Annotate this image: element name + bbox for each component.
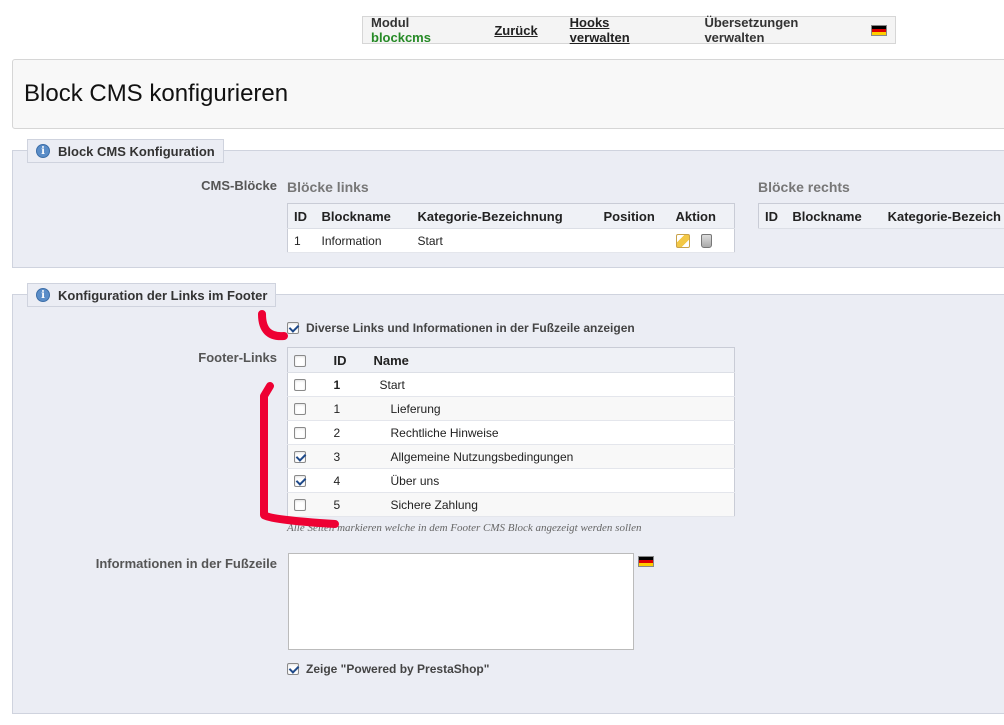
cell-select xyxy=(287,372,328,397)
german-flag-icon[interactable] xyxy=(638,556,654,567)
section-legend: i Konfiguration der Links im Footer xyxy=(27,283,277,307)
footer-info-label: Informationen in der Fußzeile xyxy=(95,556,277,571)
cell-id: 5 xyxy=(327,492,368,517)
row-checkbox[interactable] xyxy=(294,499,306,512)
cell-select xyxy=(287,468,328,493)
table-header-row: ID Blockname Kategorie-Bezeichnung Posit… xyxy=(287,203,735,229)
col-blockname: Blockname xyxy=(315,203,412,229)
right-blocks-table: ID Blockname Kategorie-Bezeich xyxy=(758,203,1004,229)
table-row: 2 Rechtliche Hinweise xyxy=(287,420,735,445)
cell-id: 2 xyxy=(327,420,368,445)
show-links-label: Diverse Links und Informationen in der F… xyxy=(306,321,635,335)
show-links-option[interactable]: Diverse Links und Informationen in der F… xyxy=(287,321,635,335)
cms-config-section: i Block CMS Konfiguration CMS-Blöcke Blö… xyxy=(12,139,1004,268)
col-category: Kategorie-Bezeichnung xyxy=(411,203,598,229)
cell-select xyxy=(287,444,328,469)
table-row: 3 Allgemeine Nutzungsbedingungen xyxy=(287,444,735,469)
col-blockname: Blockname xyxy=(786,203,882,229)
cell-id: 1 xyxy=(287,228,316,253)
table-row: 1 Information Start xyxy=(287,228,735,253)
cell-select xyxy=(287,420,328,445)
show-links-checkbox[interactable] xyxy=(287,322,299,334)
section-legend-text: Block CMS Konfiguration xyxy=(58,143,215,159)
cell-name: Sichere Zahlung xyxy=(367,492,735,517)
table-row: 1 Start xyxy=(287,372,735,397)
powered-by-option[interactable]: Zeige "Powered by PrestaShop" xyxy=(287,662,489,676)
right-blocks-heading: Blöcke rechts xyxy=(758,179,850,195)
col-name: Name xyxy=(367,347,735,373)
cell-select xyxy=(287,396,328,421)
module-toolbar: Modul blockcms Zurück Hooks verwalten Üb… xyxy=(362,15,896,45)
edit-icon[interactable] xyxy=(675,233,690,248)
table-row: 1 Lieferung xyxy=(287,396,735,421)
manage-translations-link[interactable]: Übersetzungen verwalten xyxy=(704,15,861,45)
cell-id: 1 xyxy=(327,396,368,421)
row-checkbox[interactable] xyxy=(294,379,306,392)
powered-by-checkbox[interactable] xyxy=(287,663,299,675)
footer-links-section: i Konfiguration der Links im Footer Dive… xyxy=(12,283,1004,714)
cell-category: Start xyxy=(411,228,598,253)
module-name: blockcms xyxy=(371,30,431,45)
footer-links-table: ID Name 1 Start 1 Lieferung 2 Rechtliche… xyxy=(287,347,735,517)
module-label: Modul blockcms xyxy=(371,15,472,45)
manage-hooks-link[interactable]: Hooks verwalten xyxy=(570,15,673,45)
cell-name: Lieferung xyxy=(367,396,735,421)
cell-name: Information xyxy=(315,228,412,253)
page-title: Block CMS konfigurieren xyxy=(24,80,289,107)
col-action: Aktion xyxy=(669,203,735,229)
row-checkbox[interactable] xyxy=(294,427,306,440)
cell-select xyxy=(287,492,328,517)
cms-blocks-label: CMS-Blöcke xyxy=(201,178,277,193)
footer-info-textarea[interactable] xyxy=(288,553,634,650)
section-legend: i Block CMS Konfiguration xyxy=(27,139,224,163)
cell-name: Allgemeine Nutzungsbedingungen xyxy=(367,444,735,469)
col-select-all xyxy=(287,347,328,373)
back-link[interactable]: Zurück xyxy=(494,23,537,38)
table-header-row: ID Blockname Kategorie-Bezeich xyxy=(758,203,1004,229)
table-header-row: ID Name xyxy=(287,347,735,373)
section-legend-text: Konfiguration der Links im Footer xyxy=(58,287,268,303)
col-id: ID xyxy=(287,203,316,229)
cell-position xyxy=(597,228,670,253)
cell-name: Rechtliche Hinweise xyxy=(367,420,735,445)
german-flag-icon[interactable] xyxy=(871,24,887,36)
cell-name: Über uns xyxy=(367,468,735,493)
cell-id: 3 xyxy=(327,444,368,469)
cell-actions xyxy=(669,228,735,253)
left-blocks-table: ID Blockname Kategorie-Bezeichnung Posit… xyxy=(287,203,735,253)
table-row: 4 Über uns xyxy=(287,468,735,493)
select-all-checkbox[interactable] xyxy=(294,355,306,368)
col-category: Kategorie-Bezeich xyxy=(881,203,1004,229)
cell-id: 1 xyxy=(327,372,368,397)
footer-links-label: Footer-Links xyxy=(198,350,277,365)
row-checkbox[interactable] xyxy=(294,475,306,488)
col-id: ID xyxy=(327,347,368,373)
table-row: 5 Sichere Zahlung xyxy=(287,492,735,517)
powered-by-label: Zeige "Powered by PrestaShop" xyxy=(306,662,490,676)
module-prefix: Modul xyxy=(371,15,410,30)
cell-id: 4 xyxy=(327,468,368,493)
page-header: Block CMS konfigurieren xyxy=(12,59,1004,129)
info-icon: i xyxy=(36,288,50,302)
delete-icon[interactable] xyxy=(700,233,712,248)
cell-name: Start xyxy=(367,372,735,397)
col-position: Position xyxy=(597,203,670,229)
info-icon: i xyxy=(36,144,50,158)
left-blocks-heading: Blöcke links xyxy=(287,179,369,195)
row-checkbox[interactable] xyxy=(294,403,306,416)
row-checkbox[interactable] xyxy=(294,451,306,464)
footer-links-hint: Alle Seiten markieren welche in dem Foot… xyxy=(287,522,642,534)
col-id: ID xyxy=(758,203,787,229)
